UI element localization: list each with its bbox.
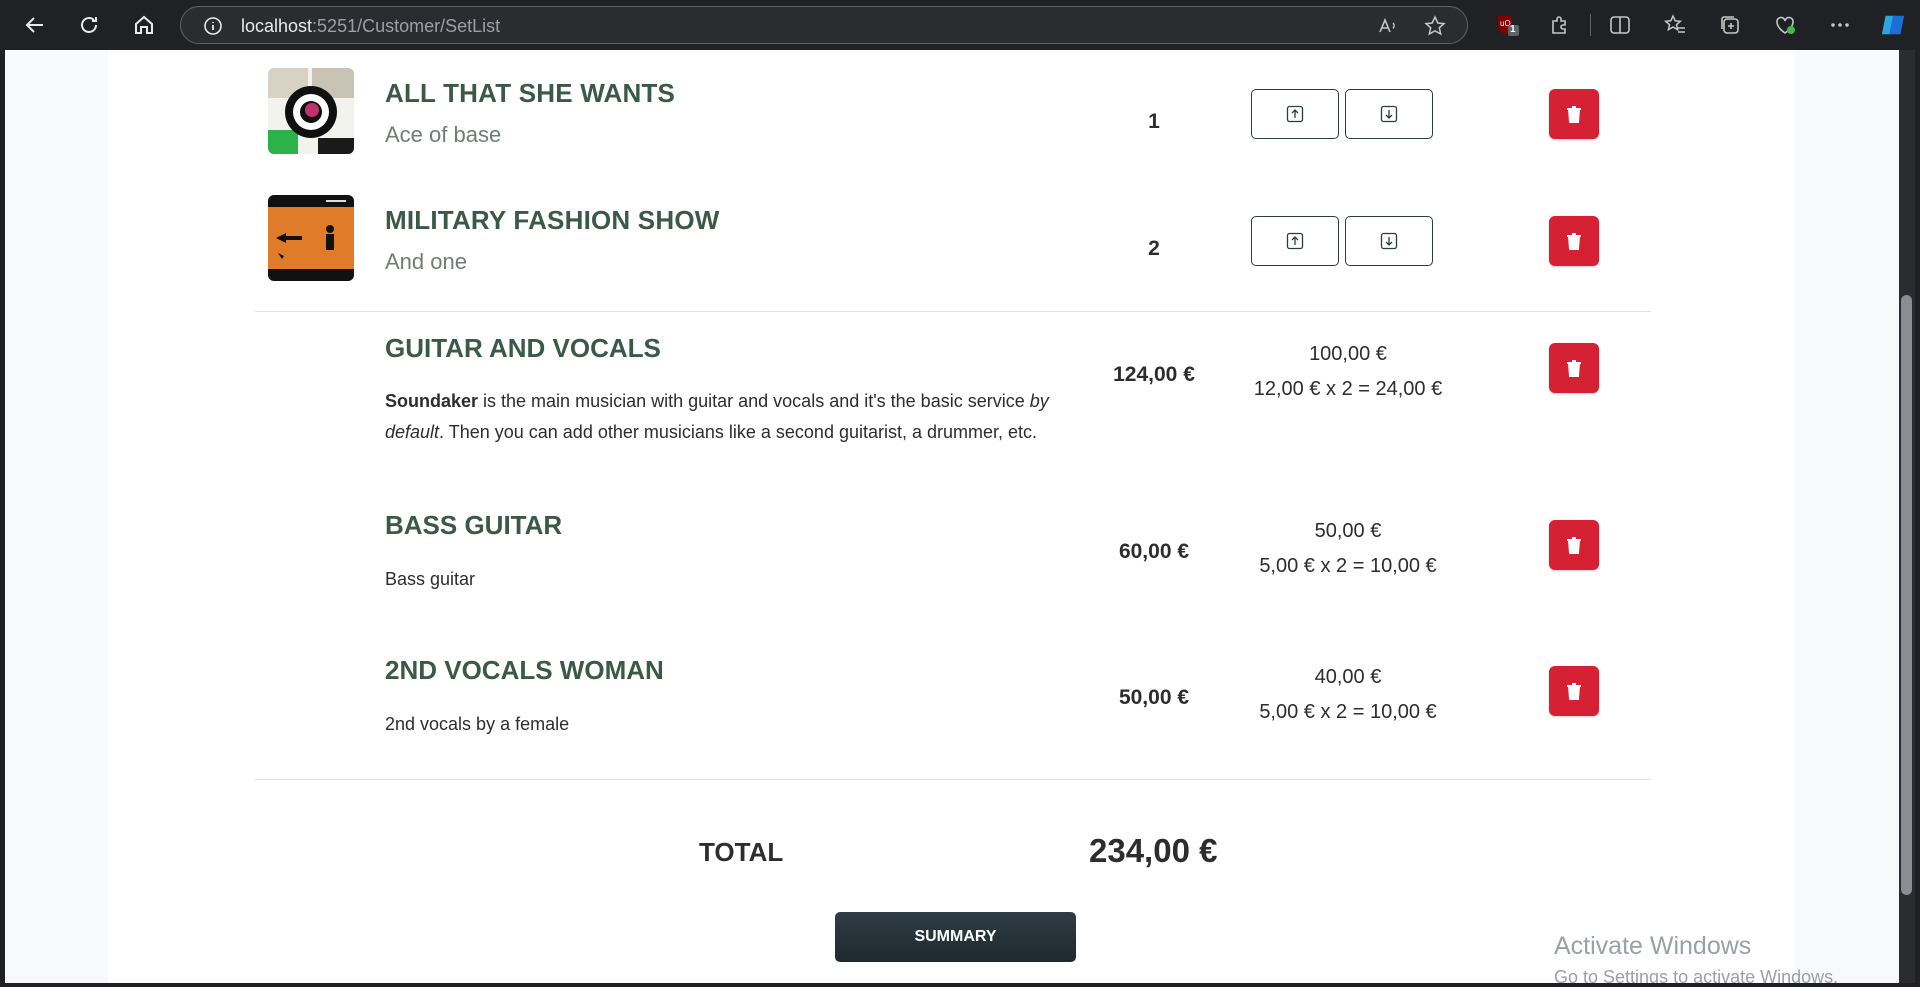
section-divider: [255, 779, 1651, 780]
album-cover-image: [268, 195, 354, 281]
read-aloud-icon[interactable]: [1377, 15, 1399, 37]
extension-badge: 1: [1510, 24, 1516, 35]
section-divider: [255, 311, 1651, 312]
favorites-icon[interactable]: [1662, 12, 1688, 38]
summary-button[interactable]: SUMMARY: [835, 912, 1076, 962]
move-down-button[interactable]: [1345, 89, 1433, 139]
move-up-button[interactable]: [1251, 216, 1339, 266]
watermark-subtitle: Go to Settings to activate Windows.: [1554, 967, 1839, 983]
arrow-down-icon: [1380, 232, 1398, 250]
song-row: MILITARY FASHION SHOW And one 2: [108, 177, 1795, 297]
service-base-price: 50,00 €: [1314, 520, 1382, 542]
copilot-icon[interactable]: [1880, 12, 1906, 38]
service-description: 2nd vocals by a female: [385, 714, 570, 734]
service-price-breakdown: 100,00 € 12,00 € x 2 = 24,00 €: [1228, 337, 1468, 407]
arrow-down-icon: [1380, 105, 1398, 123]
service-price: 124,00 €: [1113, 363, 1195, 386]
browser-toolbar: localhost:5251/Customer/SetList uO 1: [0, 0, 1920, 50]
album-cover-image: [268, 68, 354, 154]
split-screen-icon[interactable]: [1607, 12, 1633, 38]
arrow-up-icon: [1286, 232, 1304, 250]
service-description-text: is the main musician with guitar and voc…: [478, 391, 1030, 411]
back-icon[interactable]: [17, 8, 53, 42]
song-position: 1: [1148, 110, 1160, 133]
delete-service-button[interactable]: [1549, 343, 1599, 393]
home-icon[interactable]: [126, 8, 162, 42]
service-extra-calc: 5,00 € x 2 = 10,00 €: [1259, 555, 1437, 577]
service-extra-calc: 5,00 € x 2 = 10,00 €: [1259, 701, 1437, 723]
windows-activation-watermark: Activate Windows Go to Settings to activ…: [1554, 932, 1838, 983]
ublock-extension-icon[interactable]: uO 1: [1494, 12, 1520, 38]
delete-song-button[interactable]: [1549, 216, 1599, 266]
watermark-title: Activate Windows: [1554, 932, 1752, 960]
total-value: 234,00 €: [1089, 832, 1218, 869]
setlist-content: ALL THAT SHE WANTS Ace of base 1 MILITAR…: [108, 50, 1795, 983]
scrollbar-thumb[interactable]: [1901, 295, 1912, 895]
service-price: 50,00 €: [1118, 686, 1190, 709]
move-down-button[interactable]: [1345, 216, 1433, 266]
extensions-puzzle-icon[interactable]: [1547, 12, 1573, 38]
trash-icon: [1567, 106, 1581, 123]
service-extra-calc: 12,00 € x 2 = 24,00 €: [1253, 378, 1443, 400]
favorite-star-icon[interactable]: [1424, 15, 1446, 37]
song-row: ALL THAT SHE WANTS Ace of base 1: [108, 50, 1795, 170]
song-artist: And one: [385, 249, 467, 274]
song-artist: Ace of base: [385, 122, 502, 147]
total-label: TOTAL: [699, 837, 784, 867]
service-title: BASS GUITAR: [385, 510, 563, 540]
service-price-breakdown: 40,00 € 5,00 € x 2 = 10,00 €: [1228, 660, 1468, 730]
url-text[interactable]: localhost:5251/Customer/SetList: [241, 16, 500, 37]
trash-icon: [1567, 360, 1581, 377]
service-price: 60,00 €: [1118, 540, 1190, 563]
move-up-button[interactable]: [1251, 89, 1339, 139]
trash-icon: [1567, 537, 1581, 554]
service-title: GUITAR AND VOCALS: [385, 333, 661, 363]
song-position: 2: [1148, 237, 1160, 260]
song-title: MILITARY FASHION SHOW: [385, 205, 720, 235]
address-bar[interactable]: localhost:5251/Customer/SetList: [180, 6, 1468, 44]
service-description: Soundaker is the main musician with guit…: [385, 386, 1065, 448]
url-path: :5251/Customer/SetList: [312, 16, 501, 36]
collections-icon[interactable]: [1717, 12, 1743, 38]
delete-service-button[interactable]: [1549, 666, 1599, 716]
song-title: ALL THAT SHE WANTS: [385, 78, 676, 108]
service-description-bold: Soundaker: [385, 391, 479, 411]
trash-icon: [1567, 683, 1581, 700]
service-price-breakdown: 50,00 € 5,00 € x 2 = 10,00 €: [1228, 514, 1468, 584]
delete-service-button[interactable]: [1549, 520, 1599, 570]
service-title: 2ND VOCALS WOMAN: [385, 655, 664, 685]
more-menu-icon[interactable]: [1827, 12, 1853, 38]
page-viewport: ALL THAT SHE WANTS Ace of base 1 MILITAR…: [5, 50, 1899, 983]
site-info-icon[interactable]: [203, 16, 223, 36]
toolbar-separator: [1590, 14, 1591, 36]
trash-icon: [1567, 233, 1581, 250]
browser-essentials-icon[interactable]: [1772, 12, 1798, 38]
refresh-icon[interactable]: [71, 8, 107, 42]
url-host: localhost: [241, 16, 313, 36]
service-base-price: 100,00 €: [1309, 343, 1387, 365]
service-description-text: . Then you can add other musicians like …: [439, 422, 1038, 442]
arrow-up-icon: [1286, 105, 1304, 123]
service-description: Bass guitar: [385, 569, 476, 589]
delete-song-button[interactable]: [1549, 89, 1599, 139]
service-base-price: 40,00 €: [1314, 666, 1382, 688]
